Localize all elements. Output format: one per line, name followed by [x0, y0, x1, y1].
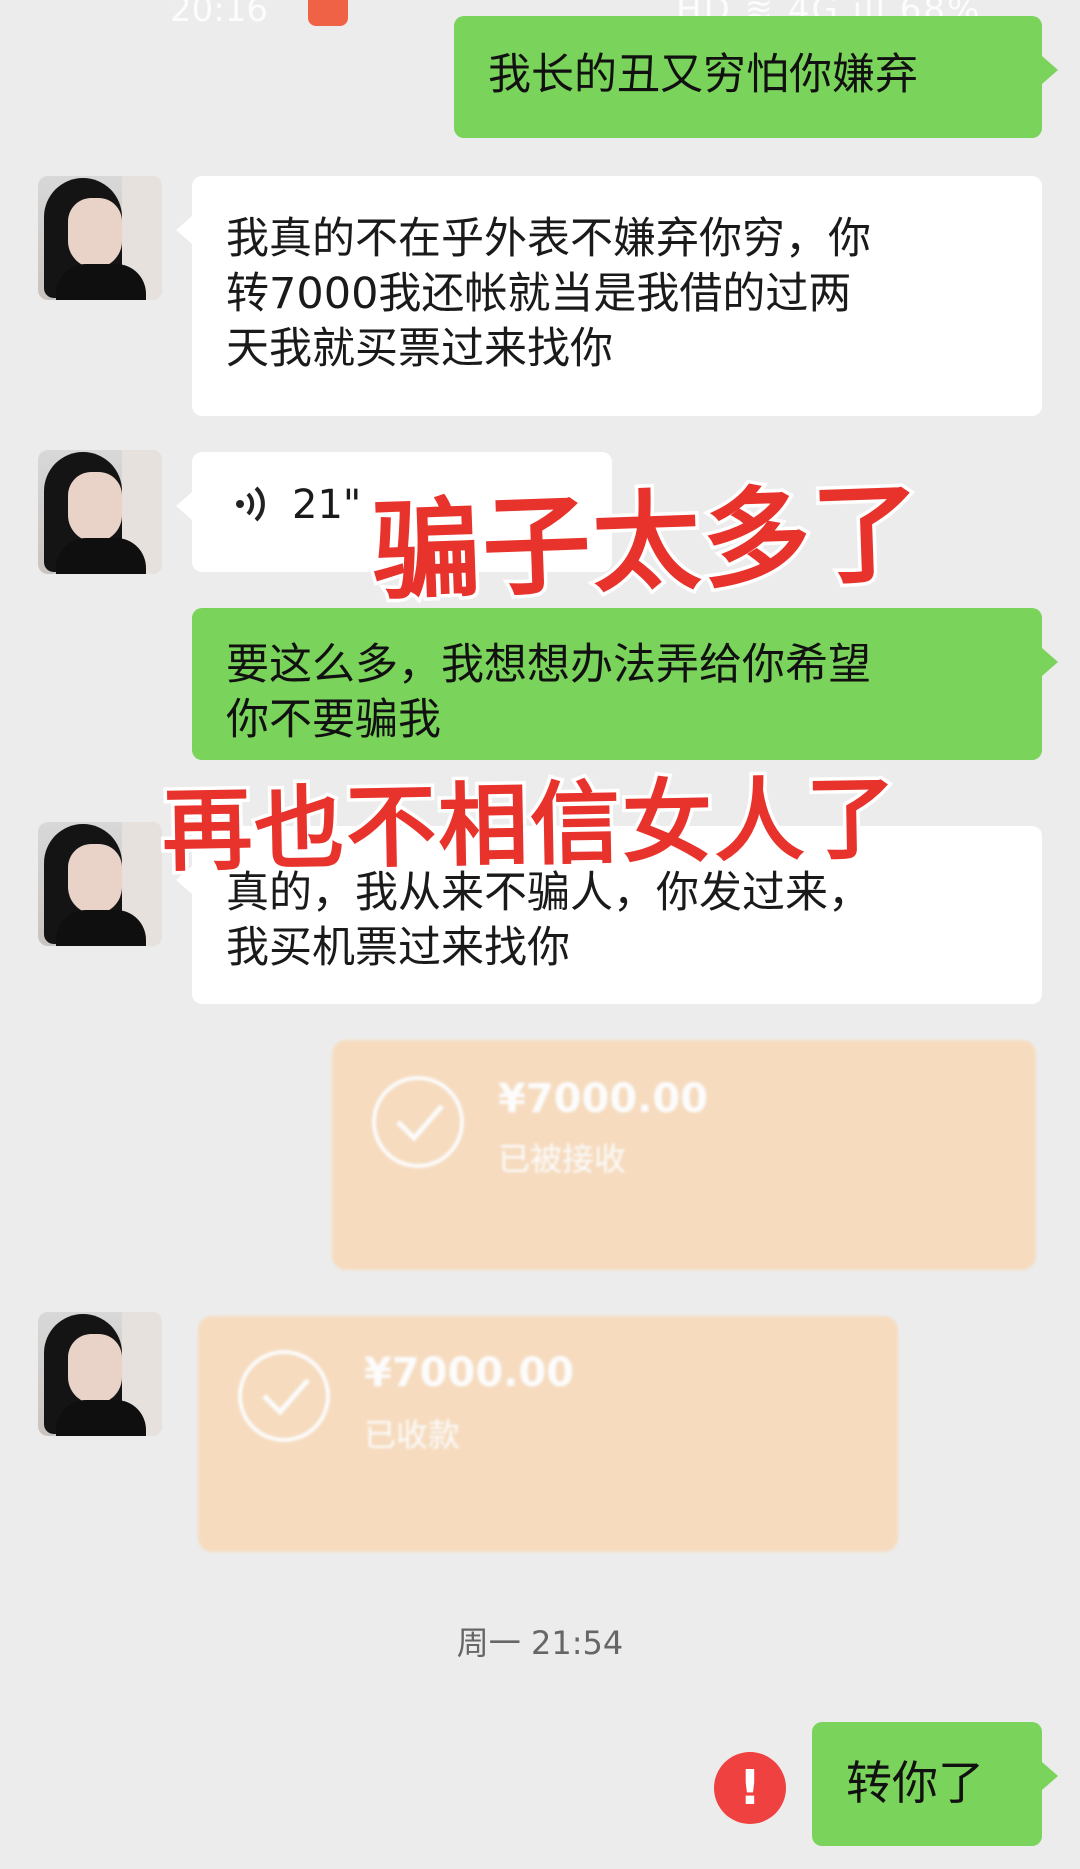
message-text: 我长的丑又穷怕你嫌弃 — [488, 50, 918, 100]
message-line: 我买机票过来找你 — [226, 923, 570, 973]
check-circle-icon — [372, 1076, 464, 1168]
message-line: 天我就买票过来找你 — [226, 324, 613, 374]
transfer-amount: ¥7000.00 — [498, 1076, 709, 1122]
message-text: 转你了 — [846, 1756, 984, 1810]
contact-avatar[interactable] — [38, 450, 162, 574]
app-notification-icon — [308, 0, 348, 26]
send-failed-icon[interactable]: ! — [714, 1752, 786, 1824]
message-line: 我真的不在乎外表不嫌弃你穷，你 — [226, 214, 871, 264]
overlay-caption-scammers: 骗子太多了 — [367, 468, 928, 619]
message-bubble-sent[interactable]: 要这么多，我想想办法弄给你希望 你不要骗我 — [192, 608, 1058, 760]
transfer-card-sent[interactable]: ¥7000.00 已被接收 — [332, 1040, 1036, 1270]
message-line: 转7000我还帐就当是我借的过两 — [226, 269, 852, 319]
contact-avatar[interactable] — [38, 1312, 162, 1436]
transfer-status: 已收款 — [364, 1416, 461, 1454]
transfer-card-received[interactable]: ¥7000.00 已收款 — [198, 1316, 898, 1552]
message-bubble-sent[interactable]: 我长的丑又穷怕你嫌弃 — [454, 16, 1058, 138]
message-line: 你不要骗我 — [226, 695, 441, 745]
status-time: 20:16 — [170, 0, 268, 30]
message-bubble-received[interactable]: 我真的不在乎外表不嫌弃你穷，你 转7000我还帐就当是我借的过两 天我就买票过来… — [176, 176, 1042, 416]
chat-timestamp: 周一 21:54 — [456, 1624, 624, 1662]
voice-wave-icon — [236, 486, 265, 522]
transfer-amount: ¥7000.00 — [364, 1350, 575, 1396]
voice-duration: 21" — [292, 482, 362, 528]
contact-avatar[interactable] — [38, 822, 162, 946]
transfer-status: 已被接收 — [498, 1140, 627, 1178]
message-line: 要这么多，我想想办法弄给你希望 — [226, 640, 871, 690]
overlay-caption-no-trust: 再也不相信女人了 — [158, 763, 903, 888]
check-circle-icon — [238, 1350, 330, 1442]
message-bubble-sent[interactable]: 转你了 — [812, 1722, 1058, 1846]
contact-avatar[interactable] — [38, 176, 162, 300]
